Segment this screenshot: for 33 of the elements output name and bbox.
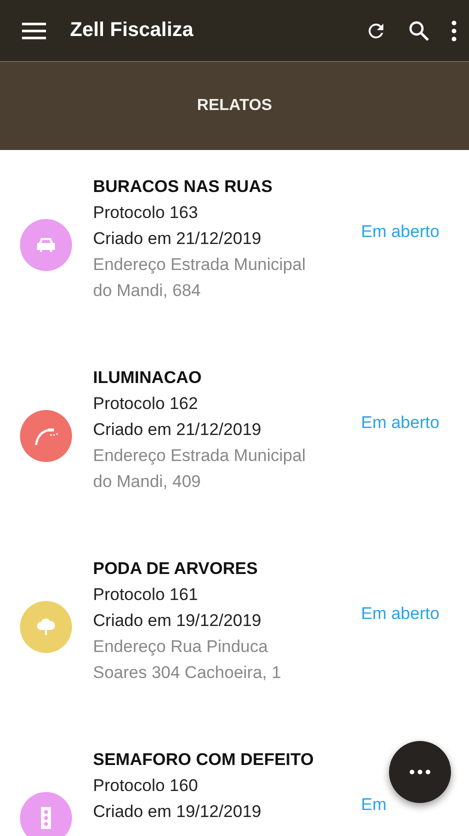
search-button[interactable] <box>407 18 431 42</box>
car-icon <box>35 236 57 254</box>
app-title: Zell Fiscaliza <box>70 19 194 42</box>
tree-icon <box>36 618 56 636</box>
created-date: Criado em 19/12/2019 <box>93 610 262 632</box>
report-address: Endereço Estrada Municipal do Mandi, 409 <box>93 445 307 493</box>
report-title: BURACOS NAS RUAS <box>93 176 274 198</box>
menu-icon <box>22 22 46 40</box>
report-address: Endereço Rua Pinduca Soares 304 Cachoeira, 1 <box>93 636 282 684</box>
status-link[interactable]: Em <box>361 795 386 815</box>
report-title: PODA DE ARVORES <box>93 558 259 580</box>
status-link[interactable]: Em aberto <box>361 604 440 624</box>
more-options-button[interactable] <box>451 20 457 42</box>
tab[interactable]: RELATOS <box>0 62 469 150</box>
protocol-number: Protocolo 162 <box>93 393 199 415</box>
created-date: Criado em 21/12/2019 <box>93 228 262 250</box>
streetlight-icon <box>33 426 59 446</box>
more-vertical-icon <box>451 20 457 42</box>
protocol-number: Protocolo 161 <box>93 584 199 606</box>
protocol-number: Protocolo 163 <box>93 202 199 224</box>
report-title: ILUMINACAO <box>93 367 203 389</box>
created-date: Criado em 19/12/2019 <box>93 801 262 823</box>
more-actions-button[interactable] <box>389 741 451 803</box>
menu-button[interactable] <box>22 22 46 40</box>
report-address: Endereço Estrada Municipal do Mandi, 684 <box>93 254 307 302</box>
status-link[interactable]: Em aberto <box>361 222 440 242</box>
traffic-light-icon <box>40 807 52 829</box>
report-title: SEMAFORO COM DEFEITO <box>93 749 315 771</box>
search-icon <box>407 18 431 42</box>
created-date: Criado em 21/12/2019 <box>93 419 262 441</box>
status-link[interactable]: Em aberto <box>361 413 440 433</box>
protocol-number: Protocolo 160 <box>93 775 199 797</box>
more-horizontal-icon <box>409 769 431 775</box>
